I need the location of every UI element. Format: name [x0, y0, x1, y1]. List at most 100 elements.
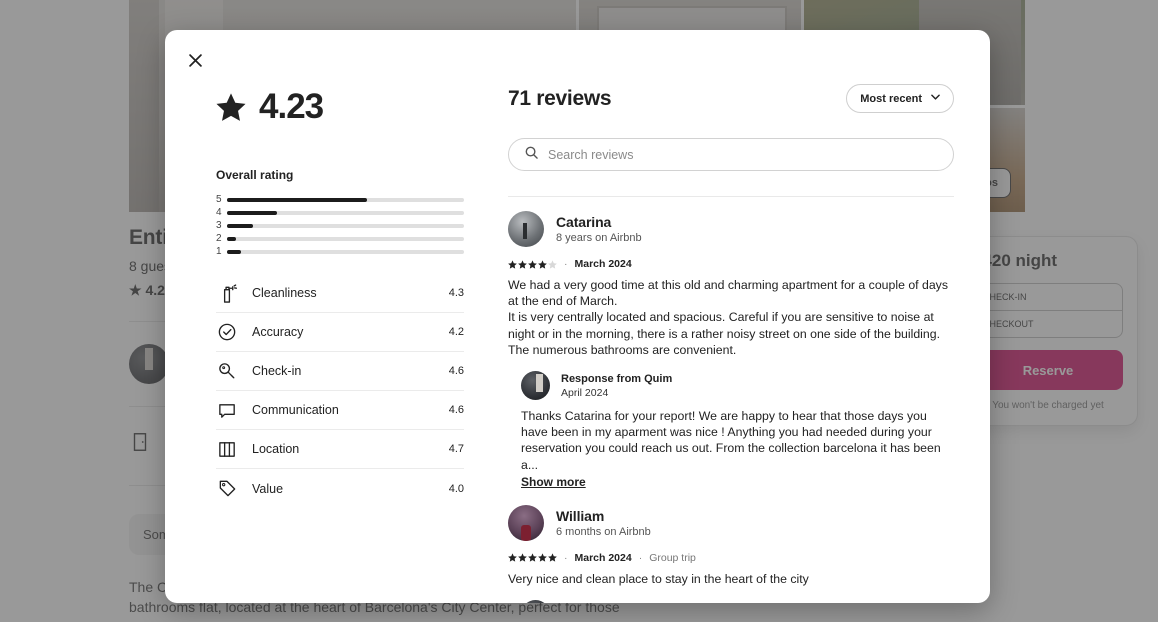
rating-bar-label: 3	[216, 220, 222, 231]
reviewer-name: William	[556, 507, 605, 524]
rating-bar-row: 5	[216, 193, 464, 206]
quim-avatar	[521, 371, 550, 401]
search-icon	[525, 146, 538, 164]
spray-bottle-icon	[216, 282, 238, 304]
star-icon	[508, 259, 517, 269]
review-meta-separator: ·	[564, 551, 568, 564]
review-item: Catarina 8 years on Airbnb · March 2024 We h…	[508, 197, 954, 491]
host-response-name: Response from Quim	[561, 602, 672, 603]
review-rating-row: · March 2024	[508, 258, 954, 270]
host-response: Response from QuimMarch 2024	[521, 600, 954, 603]
host-response-name: Response from Quim	[561, 372, 673, 385]
review-text: Very nice and clean place to stay in the…	[508, 571, 954, 587]
category-rating-row: Accuracy 4.2	[216, 313, 464, 352]
rating-bar-row: 3	[216, 219, 464, 232]
rating-bar-fill	[227, 249, 242, 254]
category-name: Accuracy	[252, 325, 304, 339]
category-rating-row: Value 4.0	[216, 469, 464, 508]
william-avatar	[508, 504, 544, 541]
rating-bar-fill	[227, 210, 277, 215]
category-score: 4.6	[448, 404, 464, 416]
host-response: Response from Quim April 2024 Thanks Catar…	[521, 371, 954, 491]
reviewer-name: Catarina	[556, 214, 612, 230]
reviewer-tenure: 6 months on Airbnb	[556, 525, 651, 538]
category-score: 4.6	[448, 365, 464, 377]
overall-score-value: 4.23	[259, 87, 324, 126]
host-response-header: Response from Quim April 2024	[521, 371, 954, 401]
rating-bar-track	[227, 223, 464, 228]
reviewer-row[interactable]: Catarina 8 years on Airbnb	[508, 211, 954, 247]
star-icon	[518, 553, 527, 562]
reviews-list: Catarina 8 years on Airbnb · March 2024 We h…	[508, 197, 954, 603]
category-score: 4.2	[448, 326, 464, 338]
review-star-rating	[508, 553, 557, 562]
category-score: 4.3	[448, 287, 464, 299]
review-text: We had a very good time at this old and …	[508, 277, 954, 358]
search-reviews-box[interactable]	[508, 138, 954, 171]
review-item: William 6 months on Airbnb · March 2024 · Gro…	[508, 491, 954, 603]
chevron-down-icon	[931, 93, 940, 105]
reviews-panel: 71 reviews Most recent Search reviews Ca…	[488, 74, 990, 603]
category-name: Check-in	[252, 364, 302, 378]
map-icon	[216, 438, 238, 460]
category-rating-row: Location 4.7	[216, 430, 464, 469]
star-icon	[548, 259, 557, 269]
reviews-count: 71 reviews	[508, 86, 612, 110]
category-name: Location	[252, 442, 300, 456]
rating-bar-track	[227, 210, 464, 215]
star-icon	[548, 553, 557, 562]
close-icon[interactable]	[179, 44, 211, 76]
review-meta-separator: ·	[564, 258, 568, 270]
show-more-link[interactable]: Show more	[521, 475, 586, 489]
reviewer-row[interactable]: William 6 months on Airbnb	[508, 504, 954, 541]
category-name: Cleanliness	[252, 286, 317, 300]
category-name: Communication	[252, 403, 339, 417]
rating-bar-row: 2	[216, 232, 464, 245]
star-icon	[518, 259, 527, 269]
host-response-text: Thanks Catarina for your report! We are …	[521, 409, 941, 472]
check-circle-icon	[216, 321, 238, 343]
star-icon	[538, 553, 547, 562]
review-meta-separator: ·	[638, 551, 643, 564]
review-text-line: Very nice and clean place to stay in the…	[508, 571, 809, 586]
category-rating-row: Check-in 4.6	[216, 352, 464, 391]
star-icon	[528, 553, 537, 562]
rating-bar-fill	[227, 197, 367, 202]
review-star-rating	[508, 259, 557, 269]
review-text-line: We had a very good time at this old and …	[508, 278, 948, 309]
category-score: 4.0	[448, 482, 464, 495]
overall-score-row: 4.23	[216, 87, 464, 127]
rating-bar-label: 1	[216, 246, 222, 257]
reviewer-tenure: 8 years on Airbnb	[556, 232, 642, 244]
star-icon	[216, 92, 246, 122]
rating-bar-track	[227, 197, 464, 202]
overall-rating-label: Overall rating	[216, 168, 294, 182]
sort-dropdown[interactable]: Most recent	[846, 84, 954, 113]
host-response-date: April 2024	[561, 386, 609, 399]
category-rating-row: Cleanliness 4.3	[216, 274, 464, 313]
review-rating-row: · March 2024 · Group trip	[508, 552, 954, 564]
rating-bar-row: 1	[216, 245, 464, 258]
rating-bar-row: 4	[216, 206, 464, 219]
category-name: Value	[252, 481, 284, 496]
speech-bubble-icon	[216, 399, 238, 421]
star-icon	[528, 259, 537, 269]
ratings-summary-panel: 4.23 Overall rating 5 4 3 2 1 Cleanliness 4.3…	[165, 74, 488, 603]
reviews-modal: 4.23 Overall rating 5 4 3 2 1 Cleanliness 4.3…	[165, 30, 990, 603]
tag-icon	[216, 478, 238, 500]
catarina-avatar	[508, 211, 544, 247]
review-trip-type: Group trip	[649, 551, 696, 564]
rating-bar-track	[227, 249, 464, 254]
review-date: March 2024	[574, 551, 632, 564]
reviews-header: 71 reviews Most recent	[508, 84, 954, 113]
sort-dropdown-label: Most recent	[860, 92, 922, 105]
rating-bar-track	[227, 236, 464, 241]
rating-bar-label: 4	[216, 207, 222, 218]
star-icon	[508, 553, 517, 562]
search-input[interactable]	[548, 147, 937, 162]
review-text-line: It is very centrally located and spaciou…	[508, 310, 941, 357]
rating-distribution-bars: 5 4 3 2 1	[216, 193, 464, 258]
host-response-header: Response from QuimMarch 2024	[521, 600, 954, 603]
category-score: 4.7	[448, 443, 464, 455]
star-icon	[538, 259, 547, 269]
